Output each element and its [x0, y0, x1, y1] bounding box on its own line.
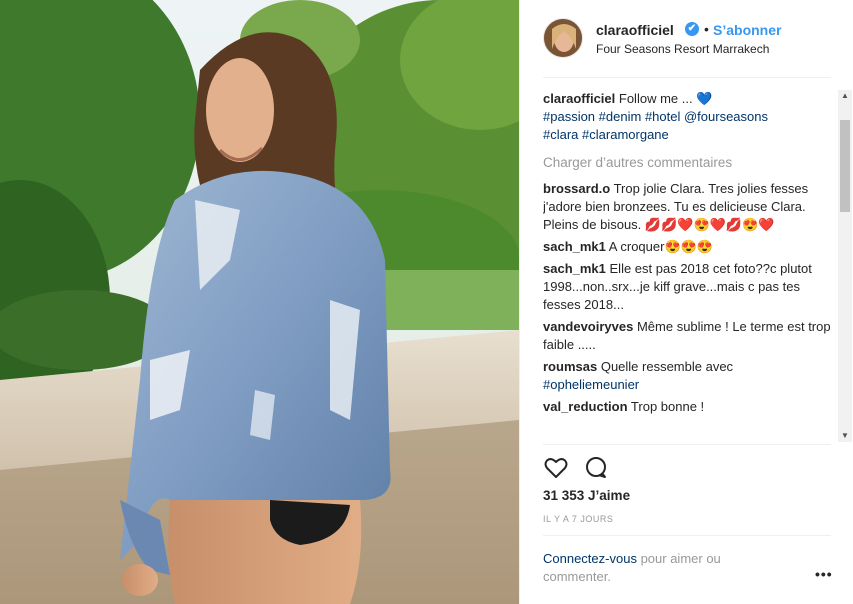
comment-bubble-icon[interactable]: [583, 455, 609, 481]
more-options-button[interactable]: •••: [815, 566, 833, 582]
comments-divider: [543, 444, 831, 445]
comment-item: sach_mk1 A croquer😍😍😍: [543, 238, 831, 256]
scroll-thumb[interactable]: [840, 120, 850, 212]
hashtag-link[interactable]: #clara: [543, 127, 578, 142]
hashtag-link[interactable]: #denim: [599, 109, 642, 124]
verified-badge-icon: ✔: [685, 22, 699, 36]
hashtag-link[interactable]: #opheliemeunier: [543, 377, 639, 392]
post-header: claraofficiel ✔ • S’abonner Four Seasons…: [520, 0, 853, 78]
comment-text: A croquer😍😍😍: [608, 239, 713, 254]
header-divider: [543, 77, 831, 78]
footer-divider: [543, 535, 831, 536]
post-panel: claraofficiel ✔ • S’abonner Four Seasons…: [519, 0, 853, 604]
mention-link[interactable]: @fourseasons: [684, 109, 768, 124]
login-link[interactable]: Connectez-vous: [543, 551, 637, 566]
hashtag-link[interactable]: #passion: [543, 109, 595, 124]
comment-item: sach_mk1 Elle est pas 2018 cet foto??c p…: [543, 260, 831, 314]
hashtag-link[interactable]: #claramorgane: [582, 127, 669, 142]
avatar[interactable]: [543, 18, 583, 58]
like-count[interactable]: 31 353 J’aime: [543, 488, 630, 503]
hashtag-link[interactable]: #hotel: [645, 109, 680, 124]
comments-scrollbar[interactable]: ▲ ▼: [838, 90, 852, 442]
caption-text: Follow me ...: [618, 91, 693, 106]
load-more-comments-button[interactable]: Charger d’autres commentaires: [543, 154, 831, 172]
comments-list[interactable]: claraofficiel Follow me ... 💙 #passion #…: [543, 90, 831, 442]
scroll-up-arrow-icon[interactable]: ▲: [838, 90, 852, 102]
comment-text: Trop bonne !: [630, 399, 705, 414]
scroll-down-arrow-icon[interactable]: ▼: [838, 430, 852, 442]
comment-item: vandevoiryves Même sublime ! Le terme es…: [543, 318, 831, 354]
post-username[interactable]: claraofficiel: [596, 22, 674, 38]
comment-item: brossard.o Trop jolie Clara. Tres jolies…: [543, 180, 831, 234]
login-prompt: Connectez-vous pour aimer ou commenter.: [543, 550, 783, 586]
post-photo: [0, 0, 519, 604]
comment-username[interactable]: val_reduction: [543, 399, 628, 414]
caption-emoji: 💙: [696, 91, 713, 106]
separator-dot: •: [704, 21, 709, 37]
comment-text: Quelle ressemble avec: [600, 359, 734, 374]
comment-username[interactable]: roumsas: [543, 359, 597, 374]
caption: claraofficiel Follow me ... 💙 #passion #…: [543, 90, 831, 144]
comment-username[interactable]: sach_mk1: [543, 239, 606, 254]
post-timestamp[interactable]: IL Y A 7 JOURS: [543, 514, 613, 524]
follow-button[interactable]: S’abonner: [713, 22, 781, 38]
comment-username[interactable]: brossard.o: [543, 181, 610, 196]
caption-username[interactable]: claraofficiel: [543, 91, 615, 106]
comment-username[interactable]: sach_mk1: [543, 261, 606, 276]
comment-item: val_reduction Trop bonne !: [543, 398, 831, 416]
heart-icon[interactable]: [543, 455, 569, 481]
comment-username[interactable]: vandevoiryves: [543, 319, 633, 334]
comment-item: roumsas Quelle ressemble avec #ophelieme…: [543, 358, 831, 394]
location-link[interactable]: Four Seasons Resort Marrakech: [596, 42, 769, 56]
